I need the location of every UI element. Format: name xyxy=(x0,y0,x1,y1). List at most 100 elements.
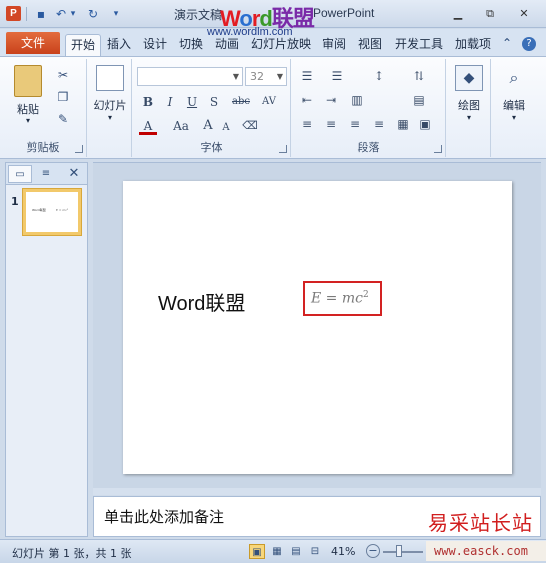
tab-developer[interactable]: 开发工具 xyxy=(391,34,447,56)
slide-sorter-icon[interactable]: ▦ xyxy=(269,544,285,559)
bullets-icon[interactable]: ☰ xyxy=(298,67,316,85)
slide-count-status: 幻灯片 第 1 张，共 1 张 xyxy=(12,547,132,560)
thumbnail-number: 1 xyxy=(11,195,19,208)
font-launcher-icon[interactable] xyxy=(279,145,287,153)
powerpoint-app-icon[interactable]: P xyxy=(6,6,21,21)
thumbnail-equation: E = mc² xyxy=(56,208,69,212)
clipboard-launcher-icon[interactable] xyxy=(75,145,83,153)
change-case-button[interactable]: Aa xyxy=(169,117,193,135)
numbering-icon[interactable]: ☰ xyxy=(328,67,346,85)
tab-file[interactable]: 文件 xyxy=(6,32,60,54)
copy-icon[interactable]: ❐ xyxy=(54,89,72,105)
paragraph-launcher-icon[interactable] xyxy=(434,145,442,153)
tab-addins[interactable]: 加载项 xyxy=(451,34,495,56)
smartart-icon[interactable]: ▣ xyxy=(416,115,434,133)
help-icon[interactable]: ? xyxy=(522,37,536,51)
format-painter-icon[interactable]: ✎ xyxy=(54,111,72,127)
equation-text[interactable]: E = mc2 xyxy=(311,290,369,307)
zoom-level[interactable]: 41% xyxy=(331,545,355,558)
close-button[interactable]: ✕ xyxy=(514,6,534,22)
reading-view-icon[interactable]: ▤ xyxy=(288,544,304,559)
font-size-combo[interactable]: 32 ▼ xyxy=(245,67,287,86)
drawing-label[interactable]: 绘图 xyxy=(447,97,491,113)
tab-review[interactable]: 审阅 xyxy=(318,34,350,56)
redo-icon[interactable]: ↻ xyxy=(85,6,101,22)
slide-editing-area: Word联盟 E = mc2 xyxy=(93,162,541,495)
horizontal-scrollbar[interactable] xyxy=(93,488,541,495)
thumbnail-title: Word联盟 xyxy=(32,208,46,212)
shrink-font-button[interactable]: A xyxy=(217,119,235,137)
editing-group: ⌕ 编辑 ▾ xyxy=(492,59,536,157)
justify-icon[interactable]: ≡ xyxy=(370,115,388,133)
slide-thumbnail[interactable]: Word联盟 E = mc² xyxy=(23,189,81,235)
editing-dropdown-icon[interactable]: ▾ xyxy=(492,113,536,122)
font-group: ▼ 32 ▼ B I U S abc AV A Aa A A ⌫ 字体 xyxy=(133,59,291,157)
font-name-combo[interactable]: ▼ xyxy=(137,67,243,86)
underline-button[interactable]: U xyxy=(183,93,201,111)
window-title-right: PowerPoint xyxy=(313,6,375,20)
window-title-left: 演示文稿 xyxy=(174,8,223,22)
decrease-indent-icon[interactable]: ⇤ xyxy=(298,91,316,109)
close-pane-icon[interactable]: ✕ xyxy=(62,165,86,183)
tab-design[interactable]: 设计 xyxy=(139,34,171,56)
align-text-icon[interactable]: ▤ xyxy=(410,91,428,109)
zoom-slider-track[interactable] xyxy=(383,551,423,553)
strikethrough-button[interactable]: abc xyxy=(229,93,253,111)
wordlm-watermark-url: www.wordlm.com xyxy=(207,26,293,38)
undo-dropdown-icon[interactable]: ▾ xyxy=(68,6,78,22)
slides-group: 幻灯片 ▾ xyxy=(88,59,132,157)
zoom-out-button[interactable]: − xyxy=(366,544,380,558)
slideshow-view-icon[interactable]: ⊟ xyxy=(307,544,323,559)
increase-indent-icon[interactable]: ⇥ xyxy=(322,91,340,109)
paste-dropdown-icon[interactable]: ▾ xyxy=(10,116,46,125)
columns-icon[interactable]: ▥ xyxy=(348,91,366,109)
slides-tab-icon[interactable]: ▭ xyxy=(8,165,32,183)
tab-view[interactable]: 视图 xyxy=(354,34,386,56)
collapse-ribbon-icon[interactable]: ⌃ xyxy=(502,36,512,50)
align-left-icon[interactable]: ≡ xyxy=(298,115,316,133)
grow-font-button[interactable]: A xyxy=(199,117,217,135)
clipboard-group: 粘贴 ▾ ✂ ❐ ✎ 剪贴板 xyxy=(0,59,87,157)
shadow-button[interactable]: S xyxy=(205,93,223,111)
clear-formatting-icon[interactable]: ⌫ xyxy=(241,117,259,135)
clipboard-group-label: 剪贴板 xyxy=(26,141,60,154)
font-color-button[interactable]: A xyxy=(139,117,157,135)
editing-label[interactable]: 编辑 xyxy=(492,97,536,113)
new-slide-label[interactable]: 幻灯片 xyxy=(88,97,132,113)
customize-qat-icon[interactable]: ▾ xyxy=(108,6,124,22)
line-spacing-icon[interactable]: ↕ xyxy=(370,67,388,85)
bold-button[interactable]: B xyxy=(139,93,157,111)
italic-button[interactable]: I xyxy=(161,93,179,111)
slide-canvas[interactable]: Word联盟 E = mc2 xyxy=(123,181,512,474)
character-spacing-button[interactable]: AV xyxy=(257,93,281,111)
shapes-icon[interactable]: ◆ xyxy=(455,65,483,91)
tab-home[interactable]: 开始 xyxy=(65,34,101,56)
restore-button[interactable]: ⧉ xyxy=(480,6,500,22)
undo-icon[interactable]: ↶ xyxy=(53,6,69,22)
new-slide-icon[interactable] xyxy=(96,65,124,91)
zoom-slider-thumb[interactable] xyxy=(396,545,402,557)
align-center-icon[interactable]: ≡ xyxy=(322,115,340,133)
tab-insert[interactable]: 插入 xyxy=(103,34,135,56)
drawing-group: ◆ 绘图 ▾ xyxy=(447,59,491,157)
binoculars-icon[interactable]: ⌕ xyxy=(500,65,528,91)
paste-icon[interactable] xyxy=(14,65,42,97)
cut-icon[interactable]: ✂ xyxy=(54,67,72,83)
normal-view-icon[interactable]: ▣ xyxy=(249,544,265,559)
paste-label[interactable]: 粘贴 xyxy=(10,101,46,117)
equation-highlight-box[interactable]: E = mc2 xyxy=(303,281,382,316)
align-right-icon[interactable]: ≡ xyxy=(346,115,364,133)
text-direction-icon[interactable]: ⇅ xyxy=(410,67,428,85)
slide-title-text[interactable]: Word联盟 xyxy=(158,287,245,316)
new-slide-dropdown-icon[interactable]: ▾ xyxy=(88,113,132,122)
paragraph-group-label: 段落 xyxy=(357,141,380,154)
paragraph-group: ☰ ☰ ↕ ⇅ ⇤ ⇥ ▥ ▤ ≡ ≡ ≡ ≡ ▦ ▣ 段落 xyxy=(292,59,446,157)
save-icon[interactable]: ▪ xyxy=(33,6,49,22)
outline-tab-icon[interactable]: ≡ xyxy=(34,165,58,183)
minimize-button[interactable]: ▁ xyxy=(448,6,468,22)
distribute-icon[interactable]: ▦ xyxy=(394,115,412,133)
qat-separator xyxy=(26,7,27,21)
notes-placeholder[interactable]: 单击此处添加备注 xyxy=(104,506,224,527)
tab-transitions[interactable]: 切换 xyxy=(175,34,207,56)
drawing-dropdown-icon[interactable]: ▾ xyxy=(447,113,491,122)
